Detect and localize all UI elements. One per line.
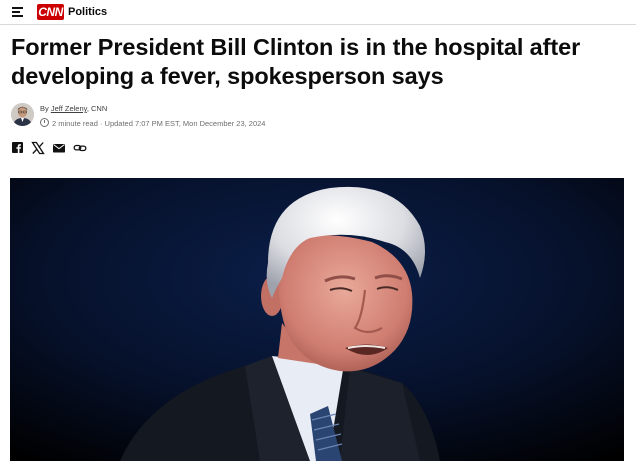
hamburger-menu-icon[interactable] [12, 6, 23, 17]
author-avatar[interactable] [11, 103, 34, 126]
section-label[interactable]: Politics [68, 5, 107, 19]
byline-prefix: By [40, 104, 51, 113]
byline: By Jeff Zeleny, CNN [40, 104, 107, 114]
x-icon[interactable] [31, 141, 45, 155]
article-headline: Former President Bill Clinton is in the … [11, 34, 581, 89]
top-nav-bar: CNN Politics [0, 0, 636, 25]
cnn-logo[interactable]: CNN [37, 4, 64, 20]
copy-link-icon[interactable] [73, 141, 87, 155]
email-icon[interactable] [52, 141, 66, 155]
facebook-icon[interactable] [11, 141, 25, 155]
read-time: 2 minute read [52, 119, 98, 128]
updated-timestamp: Updated 7:07 PM EST, Mon December 23, 20… [104, 119, 266, 128]
meta-separator: · [97, 119, 105, 128]
author-link[interactable]: Jeff Zeleny [51, 104, 87, 113]
clock-icon [40, 118, 49, 127]
byline-outlet: , CNN [86, 104, 108, 113]
article-meta: 2 minute read · Updated 7:07 PM EST, Mon… [40, 118, 265, 129]
article-hero-image[interactable] [10, 178, 624, 461]
